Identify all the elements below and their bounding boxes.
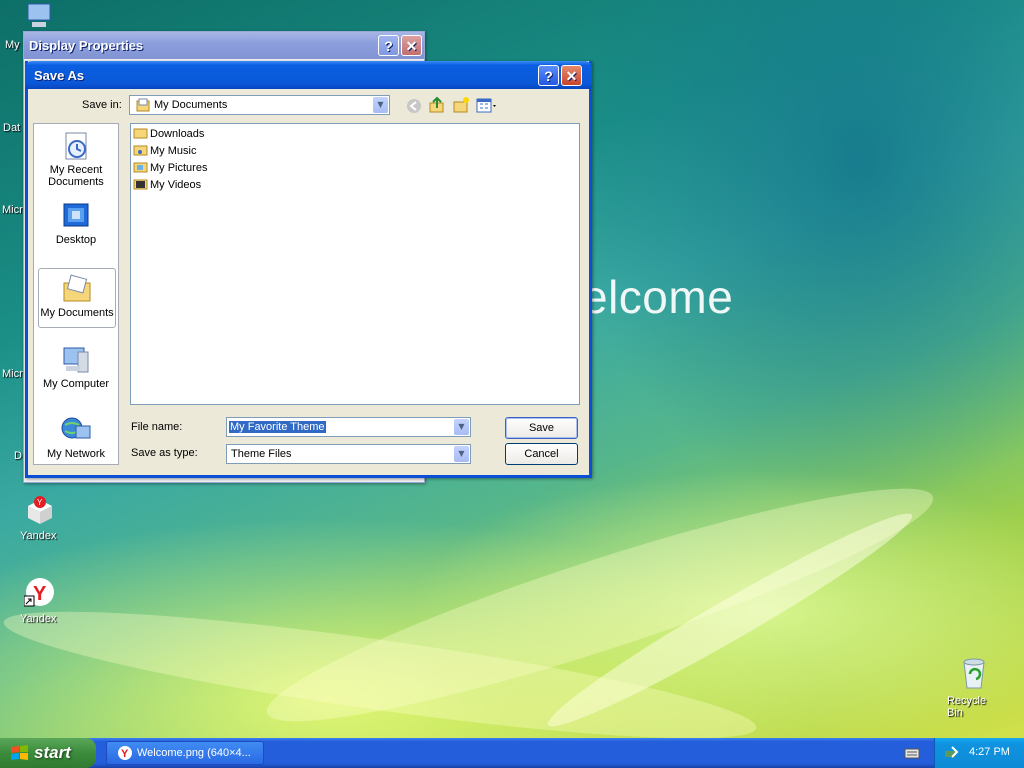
place-my-recent-documents[interactable]: My Recent Documents: [34, 130, 118, 188]
pictures-folder-icon: [133, 162, 148, 173]
place-label-my-network: My Network: [46, 448, 106, 460]
desktop-icon-yandex-2[interactable]: Y Yandex: [18, 576, 62, 628]
save-in-value: My Documents: [154, 99, 228, 111]
save-as-type-dropdown[interactable]: Theme Files ▼: [226, 444, 471, 464]
save-button[interactable]: Save: [505, 417, 578, 439]
file-item-downloads[interactable]: Downloads: [133, 127, 204, 144]
place-my-documents[interactable]: My Documents: [38, 268, 116, 328]
up-folder-icon[interactable]: [428, 96, 446, 114]
safely-remove-hardware-icon[interactable]: [943, 745, 959, 761]
save-as-type-value: Theme Files: [231, 448, 292, 460]
display-properties-titlebar[interactable]: Display Properties ? ✕: [24, 32, 424, 59]
welcome-text: elcome: [582, 271, 734, 323]
taskbar-item-label: Welcome.png (640×4...: [137, 747, 251, 759]
display-properties-close-button[interactable]: ✕: [401, 35, 422, 56]
my-documents-folder-icon: [63, 274, 91, 302]
recent-documents-icon: [65, 132, 87, 160]
file-name-label: File name:: [131, 421, 183, 433]
place-label-my-computer: My Computer: [42, 378, 110, 390]
start-label: start: [34, 743, 71, 762]
yandex-taskbar-icon: Y: [118, 746, 132, 760]
desktop-icon-yandex-1[interactable]: Y Yandex: [18, 494, 62, 546]
chevron-down-icon[interactable]: ▼: [454, 419, 469, 435]
yandex-box-icon: Y: [28, 496, 52, 524]
file-name-input[interactable]: My Favorite Theme ▼: [226, 417, 471, 437]
file-item-my-videos[interactable]: My Videos: [133, 178, 201, 195]
desktop-label-partial-d: D: [14, 450, 22, 462]
clock[interactable]: 4:27 PM: [969, 746, 1010, 758]
desktop-label-partial-my: My: [5, 39, 20, 51]
recycle-bin-label: Recycle Bin: [947, 695, 987, 719]
save-in-dropdown[interactable]: My Documents ▼: [129, 95, 390, 115]
taskbar-item-welcome[interactable]: Y Welcome.png (640×4...: [106, 741, 264, 765]
file-item-my-music[interactable]: My Music: [133, 144, 196, 161]
place-label-recent-1: My Recent: [49, 164, 103, 176]
desktop-label-partial-dat: Dat: [3, 122, 21, 134]
save-as-close-button[interactable]: ✕: [561, 65, 582, 86]
desktop-icon-recycle-bin[interactable]: Recycle Bin: [944, 656, 1004, 719]
place-desktop[interactable]: Desktop: [34, 200, 118, 246]
file-item-label: Downloads: [150, 128, 205, 140]
keyboard-icon[interactable]: [904, 746, 920, 760]
file-name-value: My Favorite Theme: [229, 421, 326, 433]
save-as-title: Save As: [34, 68, 85, 83]
save-in-label: Save in:: [82, 99, 122, 111]
save-as-help-button[interactable]: ?: [538, 65, 559, 86]
place-label-recent-2: Documents: [48, 176, 104, 188]
yandex-browser-icon: Y: [24, 578, 54, 607]
display-properties-help-button[interactable]: ?: [378, 35, 399, 56]
desktop-icon-my-computer[interactable]: [24, 2, 54, 30]
recycle-bin-icon: [963, 658, 985, 689]
file-list[interactable]: Downloads My Music My Pictures My Videos: [130, 123, 580, 405]
save-as-titlebar[interactable]: Save As ? ✕: [25, 61, 592, 89]
new-folder-icon[interactable]: [452, 96, 470, 114]
save-as-dialog[interactable]: Save As ? ✕ Save in: My Documents ▼ My R…: [25, 61, 592, 478]
svg-text:Y: Y: [33, 583, 47, 605]
chevron-down-icon[interactable]: ▼: [373, 97, 388, 113]
computer-icon: [27, 3, 51, 27]
system-tray: 4:27 PM: [934, 738, 1024, 768]
svg-text:Y: Y: [121, 748, 129, 760]
place-label-desktop: Desktop: [55, 234, 97, 246]
windows-logo-icon: [11, 745, 28, 760]
back-icon[interactable]: [406, 98, 422, 114]
views-menu-icon[interactable]: [476, 98, 500, 114]
place-label-my-documents: My Documents: [40, 307, 114, 319]
chevron-down-icon[interactable]: ▼: [454, 446, 469, 462]
my-network-icon: [61, 417, 91, 439]
my-computer-icon: [63, 347, 89, 373]
file-item-label: My Pictures: [150, 162, 208, 174]
yandex-1-label: Yandex: [20, 530, 57, 542]
videos-folder-icon: [133, 179, 148, 190]
folder-icon: [133, 128, 148, 139]
place-my-network[interactable]: My Network: [34, 414, 118, 460]
taskbar: start Y Welcome.png (640×4... 4:27 PM: [0, 738, 1024, 768]
file-item-label: My Videos: [150, 179, 202, 191]
places-bar: My Recent Documents Desktop My Documents…: [33, 123, 119, 465]
file-item-label: My Music: [150, 145, 197, 157]
display-properties-title: Display Properties: [29, 38, 144, 53]
yandex-2-label: Yandex: [20, 613, 57, 625]
desktop-icon: [63, 203, 89, 227]
my-documents-small-icon: [136, 98, 150, 112]
file-item-my-pictures[interactable]: My Pictures: [133, 161, 207, 178]
cancel-button[interactable]: Cancel: [505, 443, 578, 465]
save-as-type-label: Save as type:: [131, 447, 198, 459]
music-folder-icon: [133, 145, 148, 156]
start-button[interactable]: start: [0, 738, 96, 768]
svg-text:Y: Y: [37, 498, 43, 507]
place-my-computer[interactable]: My Computer: [34, 344, 118, 390]
